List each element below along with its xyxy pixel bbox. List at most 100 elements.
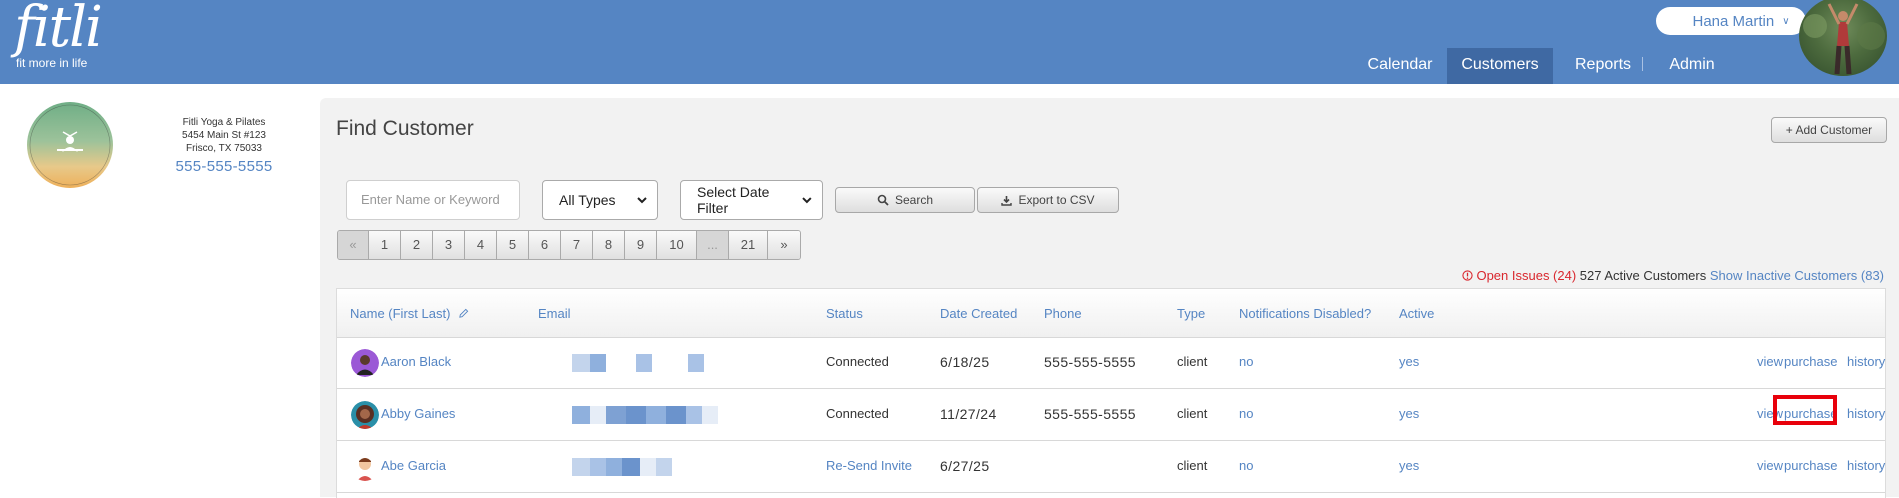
studio-name: Fitli Yoga & Pilates bbox=[182, 117, 266, 128]
customer-notifications-disabled[interactable]: no bbox=[1239, 406, 1253, 421]
table-row[interactable]: Abby Gaines Connected 11/27/24 555-555-5… bbox=[337, 389, 1885, 441]
page-3[interactable]: 3 bbox=[433, 231, 465, 259]
page-title: Find Customer bbox=[336, 117, 474, 140]
history-link[interactable]: history bbox=[1847, 406, 1885, 421]
export-csv-button[interactable]: Export to CSV bbox=[977, 187, 1119, 213]
customer-avatar bbox=[351, 453, 379, 481]
alert-circle-icon bbox=[1462, 270, 1473, 281]
view-link[interactable]: view bbox=[1757, 354, 1783, 369]
col-name-label: Name (First Last) bbox=[350, 306, 451, 321]
purchase-link[interactable]: purchase bbox=[1784, 458, 1837, 473]
page-6[interactable]: 6 bbox=[529, 231, 561, 259]
studio-info: Fitli Yoga & Pilates 5454 Main St #123 F… bbox=[150, 116, 298, 177]
view-link[interactable]: view bbox=[1757, 458, 1783, 473]
date-filter-select[interactable]: Select Date Filter bbox=[680, 180, 823, 220]
customer-status: Connected bbox=[826, 354, 889, 369]
customer-avatar-image bbox=[351, 349, 379, 377]
studio-logo bbox=[27, 102, 113, 188]
email-redacted bbox=[572, 458, 672, 476]
page-ellipsis: ... bbox=[697, 231, 729, 259]
customer-type: client bbox=[1177, 406, 1208, 421]
page-2[interactable]: 2 bbox=[401, 231, 433, 259]
customer-active[interactable]: yes bbox=[1399, 354, 1419, 369]
customer-table: Name (First Last) Email Status Date Crea… bbox=[336, 288, 1886, 498]
studio-logo-emblem bbox=[29, 104, 111, 186]
customer-avatar bbox=[351, 401, 379, 429]
search-icon bbox=[877, 194, 889, 206]
open-issues-link[interactable]: Open Issues (24) bbox=[1476, 268, 1576, 283]
col-date-created[interactable]: Date Created bbox=[940, 306, 1017, 321]
fitli-logo[interactable]: fitli bbox=[14, 0, 103, 56]
page-4[interactable]: 4 bbox=[465, 231, 497, 259]
col-name[interactable]: Name (First Last) bbox=[350, 306, 469, 321]
user-name: Hana Martin bbox=[1692, 12, 1775, 30]
active-customers-count: 527 Active Customers bbox=[1579, 268, 1707, 283]
table-header: Name (First Last) Email Status Date Crea… bbox=[337, 289, 1885, 338]
user-avatar-photo bbox=[1803, 3, 1885, 75]
type-select[interactable]: All Types bbox=[542, 180, 658, 220]
user-avatar[interactable] bbox=[1799, 0, 1887, 76]
user-menu-button[interactable]: Hana Martin ∨ bbox=[1656, 7, 1806, 35]
page-1[interactable]: 1 bbox=[369, 231, 401, 259]
page-last[interactable]: » bbox=[768, 231, 800, 259]
customer-avatar-image bbox=[351, 453, 379, 481]
add-customer-button[interactable]: + Add Customer bbox=[1771, 117, 1887, 143]
fitli-tagline: fit more in life bbox=[16, 56, 88, 70]
nav-divider bbox=[1642, 57, 1643, 71]
col-type[interactable]: Type bbox=[1177, 306, 1205, 321]
customer-name-link[interactable]: Aaron Black bbox=[381, 354, 451, 369]
page-21[interactable]: 21 bbox=[729, 231, 768, 259]
col-email[interactable]: Email bbox=[538, 306, 571, 321]
customer-phone: 555-555-5555 bbox=[1044, 406, 1136, 422]
show-inactive-link[interactable]: Show Inactive Customers (83) bbox=[1710, 268, 1884, 283]
page-10[interactable]: 10 bbox=[657, 231, 697, 259]
customer-phone: 555-555-5555 bbox=[1044, 354, 1136, 370]
search-input[interactable]: Enter Name or Keyword bbox=[346, 180, 520, 220]
table-row[interactable]: Abe Garcia Re-Send Invite 6/27/25 client… bbox=[337, 441, 1885, 493]
pencil-icon[interactable] bbox=[458, 308, 469, 319]
nav-calendar[interactable]: Calendar bbox=[1350, 48, 1450, 84]
purchase-link[interactable]: purchase bbox=[1784, 354, 1837, 369]
search-button[interactable]: Search bbox=[835, 187, 975, 213]
type-select-value: All Types bbox=[559, 192, 616, 208]
studio-address-line1: 5454 Main St #123 bbox=[182, 130, 266, 141]
customer-date-created: 6/18/25 bbox=[940, 354, 990, 370]
customer-name-link[interactable]: Abby Gaines bbox=[381, 406, 455, 421]
customer-active[interactable]: yes bbox=[1399, 458, 1419, 473]
page-first[interactable]: « bbox=[338, 231, 369, 259]
customer-date-created: 11/27/24 bbox=[940, 406, 997, 422]
pagination: « 1 2 3 4 5 6 7 8 9 10 ... 21 » bbox=[337, 230, 801, 260]
page-9[interactable]: 9 bbox=[625, 231, 657, 259]
customer-notifications-disabled[interactable]: no bbox=[1239, 354, 1253, 369]
customer-date-created: 6/27/25 bbox=[940, 458, 990, 474]
customer-notifications-disabled[interactable]: no bbox=[1239, 458, 1253, 473]
date-filter-value: Select Date Filter bbox=[697, 184, 770, 216]
purchase-highlight-box bbox=[1773, 395, 1837, 425]
col-phone[interactable]: Phone bbox=[1044, 306, 1082, 321]
chevron-down-icon: ∨ bbox=[1782, 15, 1790, 27]
page-7[interactable]: 7 bbox=[561, 231, 593, 259]
studio-address-line2: Frisco, TX 75033 bbox=[186, 143, 262, 154]
studio-phone[interactable]: 555-555-5555 bbox=[150, 157, 298, 177]
col-active[interactable]: Active bbox=[1399, 306, 1434, 321]
history-link[interactable]: history bbox=[1847, 458, 1885, 473]
find-customer-panel: Find Customer + Add Customer Enter Name … bbox=[320, 98, 1899, 498]
email-redacted bbox=[572, 406, 718, 424]
customer-type: client bbox=[1177, 354, 1208, 369]
col-status[interactable]: Status bbox=[826, 306, 863, 321]
top-header: fitli fit more in life Hana Martin ∨ Cal… bbox=[0, 0, 1899, 84]
history-link[interactable]: history bbox=[1847, 354, 1885, 369]
resend-invite-link[interactable]: Re-Send Invite bbox=[826, 458, 912, 473]
nav-admin[interactable]: Admin bbox=[1650, 48, 1734, 84]
nav-reports[interactable]: Reports bbox=[1556, 48, 1650, 84]
email-redacted bbox=[572, 354, 704, 372]
customer-active[interactable]: yes bbox=[1399, 406, 1419, 421]
export-csv-label: Export to CSV bbox=[1018, 193, 1095, 207]
nav-customers[interactable]: Customers bbox=[1447, 48, 1553, 84]
col-notifications-disabled[interactable]: Notifications Disabled? bbox=[1239, 306, 1371, 321]
page-8[interactable]: 8 bbox=[593, 231, 625, 259]
table-row[interactable]: Aaron Black Connected 6/18/25 555-555-55… bbox=[337, 337, 1885, 389]
customer-type: client bbox=[1177, 458, 1208, 473]
page-5[interactable]: 5 bbox=[497, 231, 529, 259]
customer-name-link[interactable]: Abe Garcia bbox=[381, 458, 446, 473]
